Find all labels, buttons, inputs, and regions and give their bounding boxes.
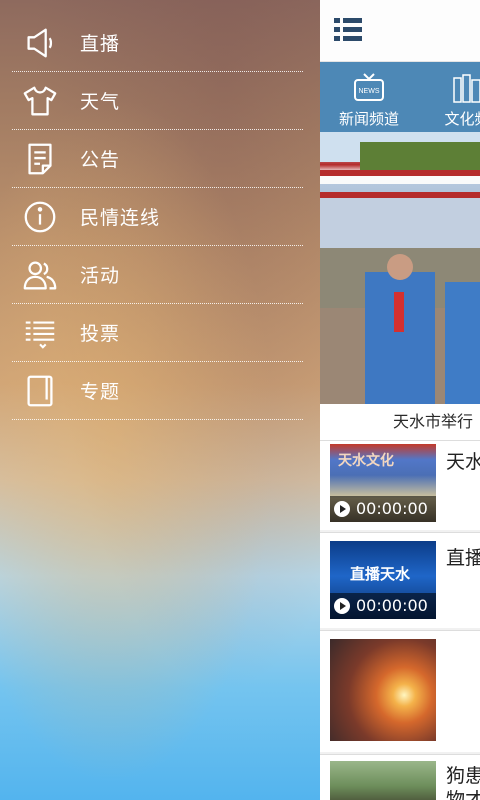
thumb-text: 直播天水	[350, 565, 411, 583]
vote-list-icon	[12, 304, 68, 362]
video-title: 天水	[446, 451, 480, 473]
drawer-item-activity[interactable]: 活动	[12, 246, 303, 304]
channel-bar: NEWS 新闻频道 文化频	[320, 62, 480, 132]
channel-culture[interactable]: 文化频	[432, 62, 480, 132]
drawer-item-label: 天气	[80, 91, 121, 113]
drawer-menu: 直播 天气 公告 民情连线 活动 投票 专题	[12, 14, 303, 420]
card-image	[330, 639, 436, 741]
news-title-line2: 物才	[446, 789, 480, 800]
tv-badge-text: NEWS	[359, 88, 380, 95]
news-card[interactable]: 狗患 物才	[320, 754, 480, 800]
drawer-item-label: 活动	[80, 265, 121, 287]
drawer-item-label: 公告	[80, 149, 121, 171]
hero-photo	[320, 132, 480, 404]
video-card[interactable]: 直播天水 00:00:00 直播	[320, 532, 480, 628]
drawer-item-label: 民情连线	[80, 207, 161, 229]
drawer-item-label: 专题	[80, 381, 121, 403]
thumb-text: 天水文化	[338, 453, 394, 469]
play-icon	[334, 598, 350, 614]
video-thumbnail: 直播天水 00:00:00	[330, 541, 436, 619]
image-card[interactable]	[320, 630, 480, 752]
drawer-item-vote[interactable]: 投票	[12, 304, 303, 362]
megaphone-icon	[12, 14, 68, 72]
drawer-item-weather[interactable]: 天气	[12, 72, 303, 130]
hero-caption: 天水市举行	[320, 404, 480, 440]
top-bar	[320, 0, 480, 62]
card-image	[330, 761, 436, 800]
drawer-item-hotline[interactable]: 民情连线	[12, 188, 303, 246]
main-content: NEWS 新闻频道 文化频 天水市举行 天水	[320, 0, 480, 800]
drawer-item-label: 直播	[80, 33, 121, 55]
video-duration: 00:00:00	[330, 593, 436, 619]
video-duration: 00:00:00	[330, 496, 436, 522]
video-card[interactable]: 天水文化 00:00:00 天水	[320, 440, 480, 530]
channel-label: 文化频	[444, 110, 480, 128]
drawer-item-live[interactable]: 直播	[12, 14, 303, 72]
menu-toggle-icon[interactable]	[332, 14, 364, 46]
channel-label: 新闻频道	[338, 110, 399, 128]
notice-icon	[12, 130, 68, 188]
books-icon	[453, 74, 480, 103]
people-icon	[12, 246, 68, 304]
drawer-item-label: 投票	[80, 323, 121, 345]
info-icon	[12, 188, 68, 246]
play-icon	[334, 501, 350, 517]
video-thumbnail: 天水文化 00:00:00	[330, 444, 436, 522]
drawer-item-notice[interactable]: 公告	[12, 130, 303, 188]
book-icon	[12, 362, 68, 420]
tv-news-icon: NEWS	[354, 73, 384, 101]
video-title: 直播	[446, 547, 480, 569]
channel-news[interactable]: NEWS 新闻频道	[334, 62, 404, 132]
tshirt-icon	[12, 72, 68, 130]
drawer-item-topic[interactable]: 专题	[12, 362, 303, 420]
navigation-drawer: 直播 天气 公告 民情连线 活动 投票 专题	[0, 0, 320, 800]
hero-image[interactable]	[320, 132, 480, 404]
news-title: 狗患	[446, 765, 480, 787]
